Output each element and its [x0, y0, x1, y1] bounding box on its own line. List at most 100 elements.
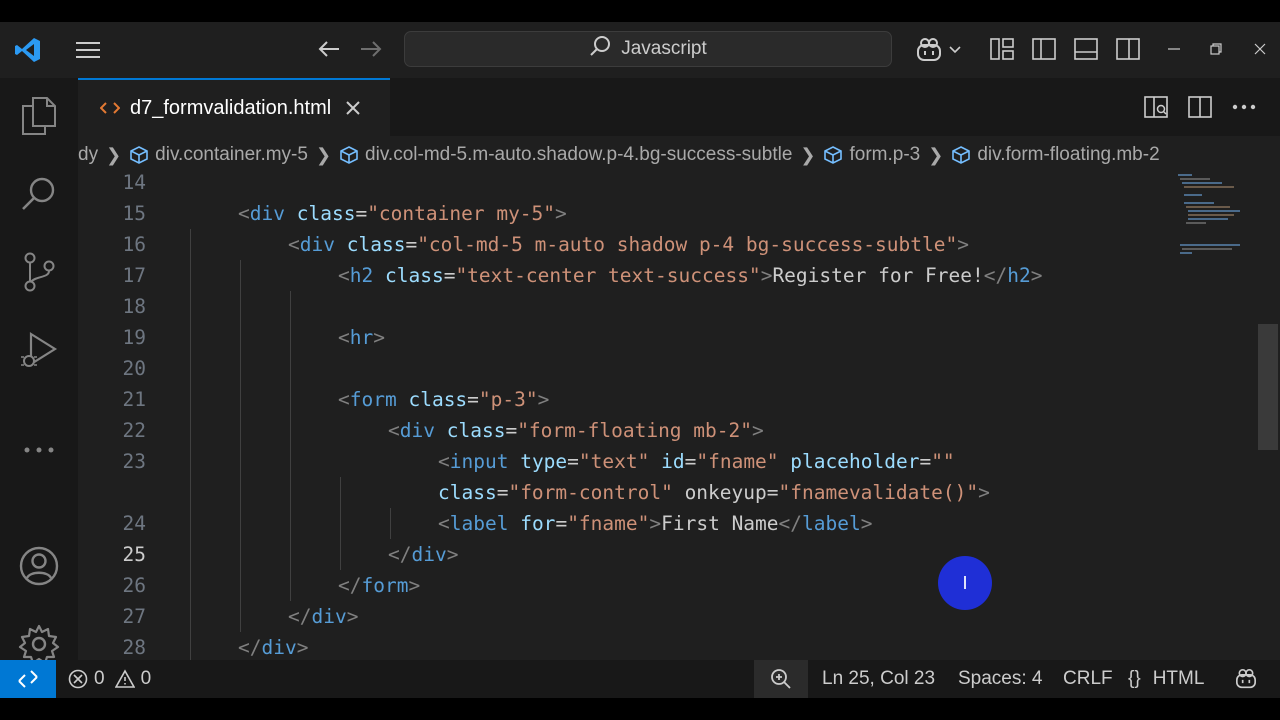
element-cube-icon — [130, 146, 148, 164]
code-text: <div class="col-md-5 m-auto shadow p-4 b… — [288, 233, 969, 256]
toggle-primary-sidebar-icon[interactable] — [1030, 34, 1058, 64]
chevron-down-icon — [949, 46, 961, 54]
code-line[interactable]: 17 <h2 class="text-center text-success">R… — [78, 260, 1178, 291]
code-line[interactable]: 15 <div class="container my-5"> — [78, 198, 1178, 229]
code-line[interactable]: 26 </form> — [78, 570, 1178, 601]
chevron-right-icon: ❯ — [106, 144, 122, 165]
source-control-icon[interactable] — [0, 242, 78, 302]
breadcrumb-item[interactable]: div.col-md-5.m-auto.shadow.p-4.bg-succes… — [339, 144, 792, 166]
search-text: Javascript — [621, 38, 707, 59]
code-text: class="form-control" onkeyup="fnamevalid… — [438, 481, 990, 504]
language-mode[interactable]: {} HTML — [1128, 660, 1204, 698]
code-line[interactable]: 18 — [78, 291, 1178, 322]
editor-actions — [1144, 78, 1280, 136]
line-number: 28 — [122, 636, 146, 659]
breadcrumb-item[interactable]: div.container.my-5 — [129, 144, 308, 166]
code-text: <form class="p-3"> — [338, 388, 550, 411]
code-text: </form> — [338, 574, 421, 597]
problems-indicator[interactable]: 0 0 — [68, 660, 151, 698]
close-tab-icon[interactable] — [345, 100, 361, 116]
braces-icon: {} — [1128, 668, 1141, 689]
line-number: 14 — [122, 174, 146, 194]
line-number: 24 — [122, 512, 146, 535]
line-number: 25 — [122, 543, 146, 566]
split-editor-icon[interactable] — [1188, 96, 1212, 118]
breadcrumb-item[interactable]: form.p-3 — [823, 144, 920, 166]
warning-icon — [114, 669, 135, 688]
forward-arrow-icon[interactable] — [356, 34, 386, 64]
more-actions-icon[interactable] — [1232, 104, 1256, 110]
element-cube-icon — [952, 146, 971, 164]
line-number: 15 — [122, 202, 146, 225]
html-file-icon — [100, 101, 120, 115]
chevron-right-icon: ❯ — [928, 144, 944, 165]
search-icon — [589, 35, 611, 63]
toggle-secondary-sidebar-icon[interactable] — [1114, 34, 1142, 64]
code-editor[interactable]: I 14 15 <div class="container my-5"> 16 <div… — [78, 174, 1280, 660]
indentation-setting[interactable]: Spaces: 4 — [958, 660, 1043, 698]
element-cube-icon — [340, 146, 358, 164]
code-text: <hr> — [338, 326, 385, 349]
code-text: </div> — [388, 543, 459, 566]
breadcrumb-item[interactable]: dy — [78, 144, 98, 166]
cursor-position[interactable]: Ln 25, Col 23 — [822, 660, 935, 698]
remote-indicator-icon[interactable] — [0, 660, 56, 698]
search-icon[interactable] — [0, 164, 78, 224]
accounts-icon[interactable] — [0, 536, 78, 596]
line-number: 18 — [122, 295, 146, 318]
code-text: </div> — [288, 605, 359, 628]
minimize-icon[interactable] — [1162, 34, 1186, 64]
code-text: <label for="fname">First Name</label> — [438, 512, 873, 535]
copilot-icon[interactable] — [912, 34, 964, 66]
zoom-icon[interactable] — [754, 660, 808, 698]
code-line[interactable]: 23 <input type="text" id="fname" placehol… — [78, 446, 1178, 477]
command-center-search[interactable]: Javascript — [404, 31, 892, 67]
line-number: 27 — [122, 605, 146, 628]
code-line[interactable]: class="form-control" onkeyup="fnamevalid… — [78, 477, 1178, 508]
chevron-right-icon: ❯ — [800, 144, 816, 165]
more-views-icon[interactable] — [0, 420, 78, 480]
open-preview-icon[interactable] — [1144, 96, 1168, 118]
activity-bar — [0, 78, 78, 665]
error-icon — [68, 669, 88, 689]
breadcrumb-item[interactable]: div.form-floating.mb-2 — [951, 144, 1160, 166]
line-number: 21 — [122, 388, 146, 411]
close-window-icon[interactable] — [1248, 34, 1272, 64]
code-line[interactable]: 27 </div> — [78, 601, 1178, 632]
back-arrow-icon[interactable] — [314, 34, 344, 64]
line-ending[interactable]: CRLF — [1063, 660, 1113, 698]
code-text: <div class="container my-5"> — [238, 202, 567, 225]
line-number: 23 — [122, 450, 146, 473]
editor-scrollbar[interactable] — [1258, 324, 1278, 450]
code-text: </div> — [238, 636, 309, 659]
toggle-panel-icon[interactable] — [1072, 34, 1100, 64]
code-line[interactable]: 16 <div class="col-md-5 m-auto shadow p-4… — [78, 229, 1178, 260]
code-line[interactable]: 25 </div> — [78, 539, 1178, 570]
tab-d7-formvalidation[interactable]: d7_formvalidation.html — [78, 78, 390, 136]
error-count: 0 — [94, 668, 105, 689]
code-text: <div class="form-floating mb-2"> — [388, 419, 764, 442]
code-line[interactable]: 14 — [78, 174, 1178, 198]
code-line[interactable]: 24 <label for="fname">First Name</label> — [78, 508, 1178, 539]
restore-icon[interactable] — [1204, 34, 1228, 64]
element-cube-icon — [824, 146, 843, 164]
copilot-status-icon[interactable] — [1234, 660, 1258, 698]
language-label: HTML — [1152, 668, 1205, 689]
minimap[interactable] — [1176, 174, 1256, 274]
tab-label: d7_formvalidation.html — [130, 96, 332, 119]
code-line[interactable]: 19 <hr> — [78, 322, 1178, 353]
line-number: 17 — [122, 264, 146, 287]
customize-layout-icon[interactable] — [988, 34, 1016, 64]
code-line[interactable]: 21 <form class="p-3"> — [78, 384, 1178, 415]
menu-icon[interactable] — [72, 34, 104, 66]
line-number: 22 — [122, 419, 146, 442]
run-debug-icon[interactable] — [0, 320, 78, 380]
explorer-icon[interactable] — [0, 86, 78, 146]
code-line[interactable]: 22 <div class="form-floating mb-2"> — [78, 415, 1178, 446]
status-bar: 0 0 Ln 25, Col 23 Spaces: 4 CRLF {} HTML — [0, 660, 1280, 698]
code-line[interactable]: 20 — [78, 353, 1178, 384]
code-line[interactable]: 28 </div> — [78, 632, 1178, 660]
warning-count: 0 — [140, 668, 152, 689]
chevron-right-icon: ❯ — [315, 144, 332, 165]
vscode-window: Javascript d7_formvalidation.html dy ❯ d… — [0, 22, 1280, 698]
